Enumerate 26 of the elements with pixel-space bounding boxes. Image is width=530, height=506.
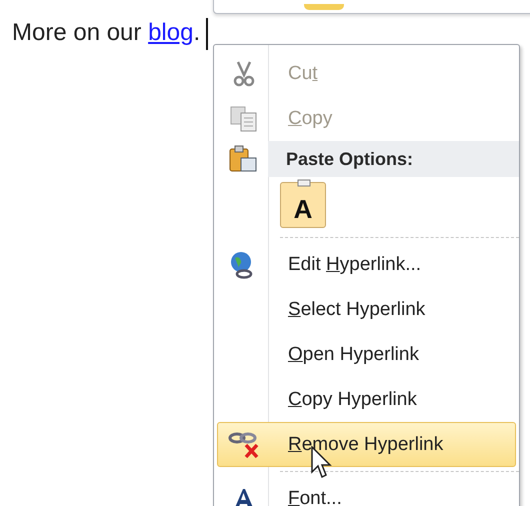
keep-text-only-button[interactable]: A: [280, 182, 326, 228]
menu-item-label: Cut: [288, 62, 318, 84]
text-cursor: [206, 18, 208, 50]
hyperlink[interactable]: blog: [148, 19, 194, 47]
menu-item-label: Font...: [288, 488, 342, 506]
clip-icon: [297, 179, 311, 187]
menu-item-label: Copy Hyperlink: [288, 388, 417, 410]
menu-item[interactable]: Font...: [217, 476, 516, 506]
clipboard-icon: [228, 145, 258, 173]
document-text: More on our: [12, 19, 142, 47]
menu-item[interactable]: Remove Hyperlink: [217, 422, 516, 467]
menu-item[interactable]: Edit Hyperlink...: [217, 242, 516, 287]
unlink-icon: [228, 430, 260, 460]
menu-section-header: Paste Options:: [268, 141, 519, 177]
scissors-icon: [233, 60, 255, 86]
menu-item[interactable]: Select Hyperlink: [217, 287, 516, 332]
menu-item-label: Select Hyperlink: [288, 298, 426, 320]
document-text: .: [193, 19, 200, 47]
copy-icon: [230, 106, 258, 132]
menu-item-label: Remove Hyperlink: [288, 434, 444, 456]
menu-item[interactable]: Open Hyperlink: [217, 332, 516, 377]
toolbar-tab[interactable]: [304, 4, 344, 10]
menu-item-label: Open Hyperlink: [288, 344, 419, 366]
menu-item-label: Copy: [288, 108, 332, 130]
menu-item[interactable]: Copy Hyperlink: [217, 377, 516, 422]
menu-item-label: Edit Hyperlink...: [288, 254, 422, 276]
